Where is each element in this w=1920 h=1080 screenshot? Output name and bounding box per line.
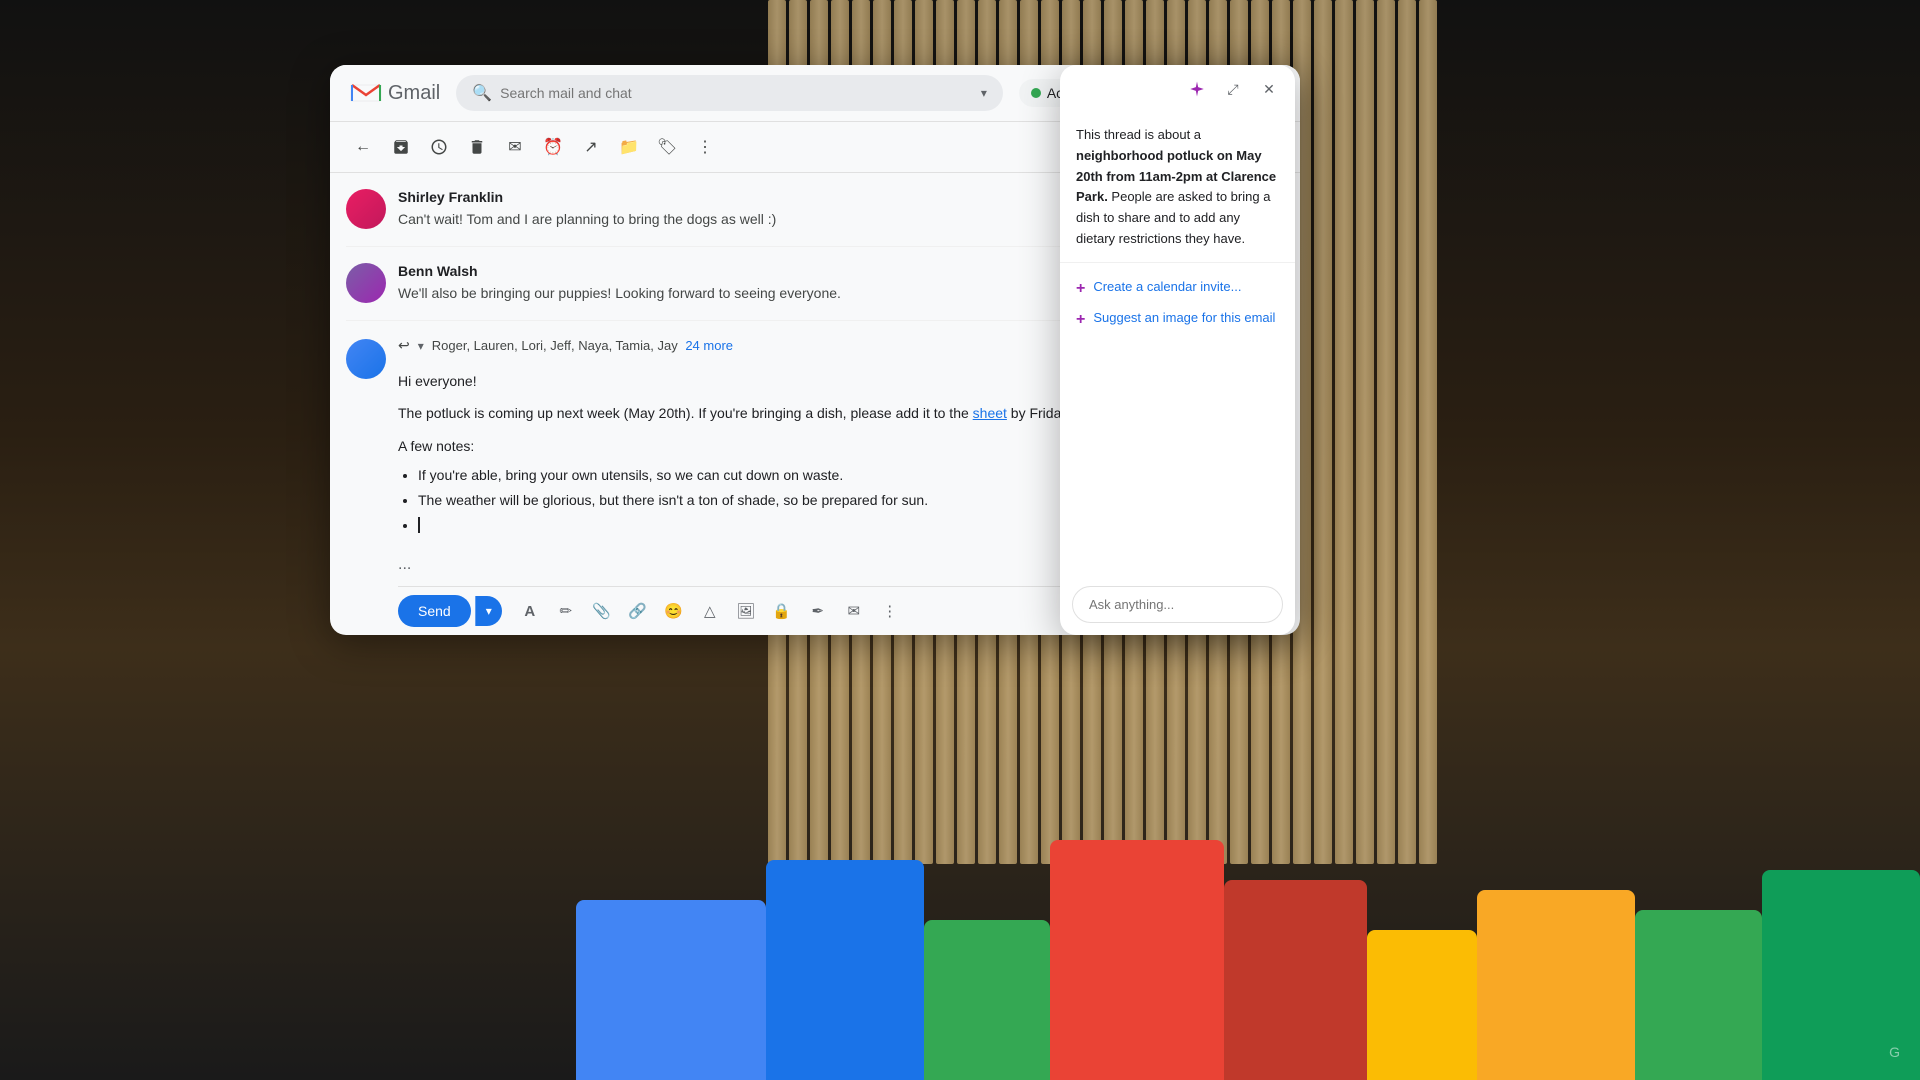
ai-close-button[interactable]: ✕	[1255, 75, 1283, 103]
label-button[interactable]: 🏷	[650, 130, 684, 164]
ai-action-image[interactable]: + Suggest an image for this email	[1076, 310, 1279, 329]
folder-button[interactable]: 📁	[612, 130, 646, 164]
send-dropdown-button[interactable]: ▾	[475, 596, 502, 626]
avatar-compose	[346, 339, 386, 379]
avatar-shirley	[346, 189, 386, 229]
image-button[interactable]: 🖼	[730, 595, 762, 627]
ai-panel-header: ⤢ ✕	[1060, 65, 1295, 113]
formatting-button[interactable]: A	[514, 595, 546, 627]
clock-button[interactable]: ⏰	[536, 130, 570, 164]
lock-button[interactable]: 🔒	[766, 595, 798, 627]
more-recipients[interactable]: 24 more	[685, 338, 733, 353]
recipients-list: Roger, Lauren, Lori, Jeff, Naya, Tamia, …	[432, 338, 678, 353]
back-button[interactable]: ←	[346, 130, 380, 164]
more-compose-button[interactable]: ⋮	[874, 595, 906, 627]
gmail-logo-icon	[350, 81, 382, 105]
ai-summary-bold: neighborhood potluck on May 20th from 11…	[1076, 148, 1276, 205]
search-input[interactable]	[500, 85, 973, 101]
delete-button[interactable]	[460, 130, 494, 164]
google-watermark: G	[1889, 1044, 1900, 1060]
ai-gemini-icon	[1183, 75, 1211, 103]
ai-ask-input[interactable]	[1072, 586, 1283, 623]
text-cursor	[418, 517, 420, 533]
more-button[interactable]: ⋮	[688, 130, 722, 164]
link-button[interactable]: 🔗	[622, 595, 654, 627]
reply-icon: ↩	[398, 337, 410, 354]
archive-button[interactable]	[384, 130, 418, 164]
ai-plus-icon-2: +	[1076, 310, 1085, 329]
send-button[interactable]: Send	[398, 595, 471, 627]
mark-read-button[interactable]: ✉	[498, 130, 532, 164]
compose-intro-text: The potluck is coming up next week (May …	[398, 405, 969, 421]
ai-action-calendar-label: Create a calendar invite...	[1093, 279, 1241, 294]
avatar-benn	[346, 263, 386, 303]
ai-expand-button[interactable]: ⤢	[1219, 75, 1247, 103]
sheet-link[interactable]: sheet	[973, 405, 1007, 421]
ai-plus-icon-1: +	[1076, 279, 1085, 298]
color-blocks	[576, 800, 1920, 1080]
active-indicator	[1031, 88, 1041, 98]
emoji-button[interactable]: 😊	[658, 595, 690, 627]
attach-button[interactable]: 📎	[586, 595, 618, 627]
gmail-title: Gmail	[388, 82, 440, 105]
expand-icon: ▾	[418, 339, 424, 353]
search-bar[interactable]: 🔍 ▾	[456, 75, 1003, 111]
ai-action-image-label: Suggest an image for this email	[1093, 310, 1275, 325]
compose-recipients: Roger, Lauren, Lori, Jeff, Naya, Tamia, …	[432, 338, 733, 353]
gmail-logo: Gmail	[350, 81, 440, 105]
ai-actions: + Create a calendar invite... + Suggest …	[1060, 263, 1295, 586]
ai-panel: ⤢ ✕ This thread is about a neighborhood …	[1060, 65, 1295, 635]
signature-button[interactable]: ✒	[802, 595, 834, 627]
ai-action-calendar[interactable]: + Create a calendar invite...	[1076, 279, 1279, 298]
search-icon: 🔍	[472, 83, 492, 103]
forward-button[interactable]: ↗	[574, 130, 608, 164]
drive-button[interactable]: △	[694, 595, 726, 627]
highlight-button[interactable]: ✏	[550, 595, 582, 627]
search-dropdown-icon[interactable]: ▾	[981, 86, 987, 100]
mail-button[interactable]: ✉	[838, 595, 870, 627]
snooze-button[interactable]	[422, 130, 456, 164]
ai-summary: This thread is about a neighborhood potl…	[1060, 113, 1295, 263]
